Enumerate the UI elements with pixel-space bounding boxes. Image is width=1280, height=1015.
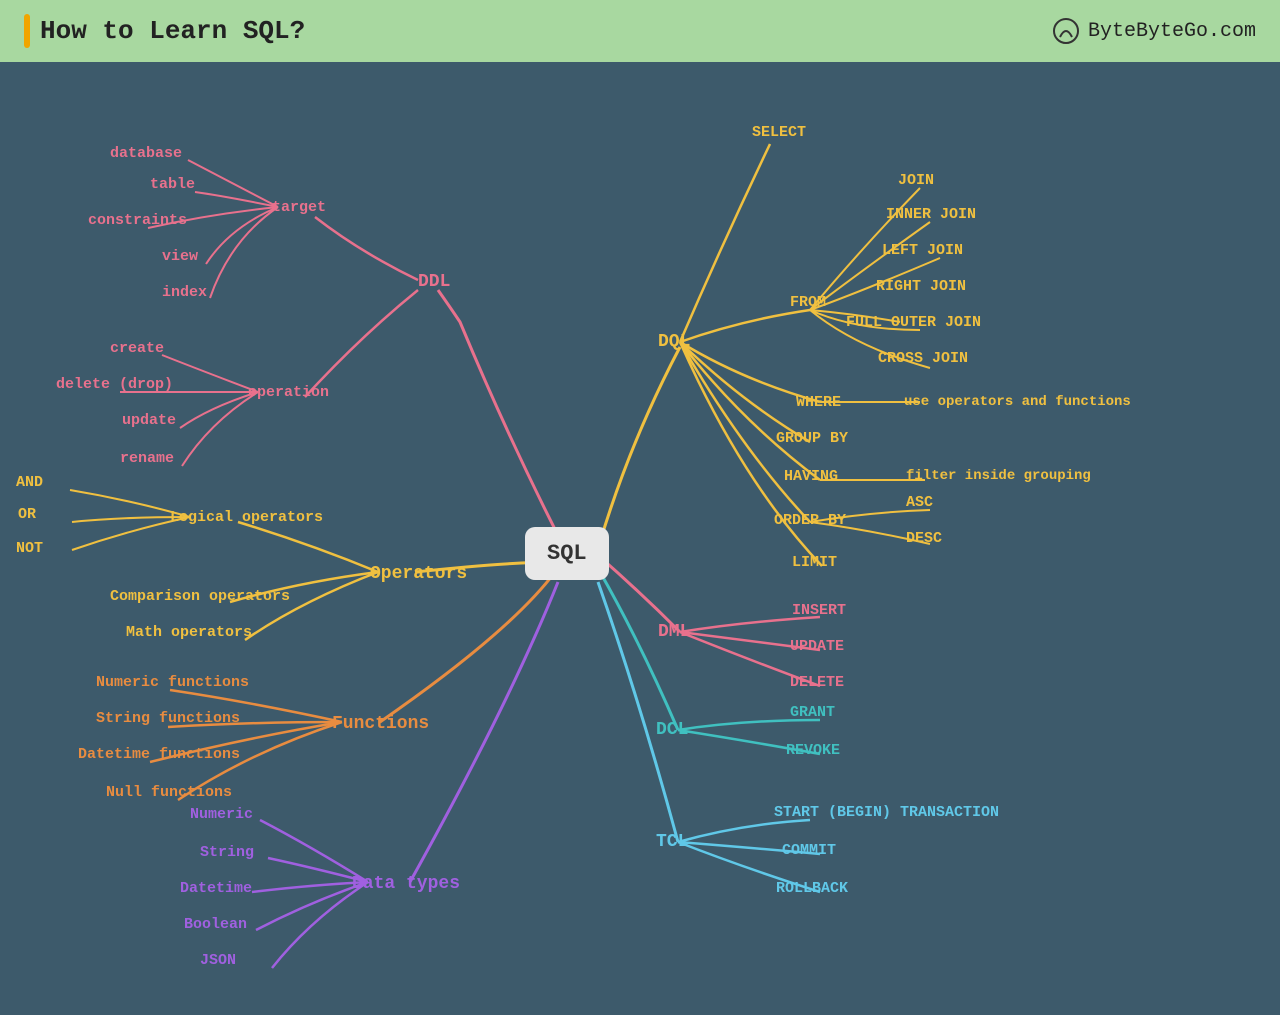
node-string-dt: String	[200, 844, 254, 861]
node-json-dt: JSON	[200, 952, 236, 969]
node-boolean-dt: Boolean	[184, 916, 247, 933]
node-null-fn: Null functions	[106, 784, 232, 801]
node-target: target	[272, 199, 326, 216]
node-filter-inside: filter inside grouping	[906, 468, 1091, 484]
node-commit: COMMIT	[782, 842, 836, 859]
node-select: SELECT	[752, 124, 806, 141]
node-asc: ASC	[906, 494, 933, 511]
logo-icon	[1052, 17, 1080, 45]
node-math: Math operators	[126, 624, 252, 641]
node-numeric-fn: Numeric functions	[96, 674, 249, 691]
node-datetime-fn: Datetime functions	[78, 746, 240, 763]
node-dql: DQL	[658, 332, 690, 352]
node-comparison: Comparison operators	[110, 588, 290, 605]
node-use-ops: use operators and functions	[904, 394, 1131, 410]
logo: ByteByteGo.com	[1052, 17, 1256, 45]
mind-map-canvas: SQL DDL target database table constraint…	[0, 62, 1280, 1015]
node-full-outer: FULL OUTER JOIN	[846, 314, 981, 331]
node-ddl: DDL	[418, 272, 450, 292]
node-from: FROM	[790, 294, 826, 311]
node-constraints: constraints	[88, 212, 187, 229]
node-create: create	[110, 340, 164, 357]
node-or: OR	[18, 506, 36, 523]
node-grant: GRANT	[790, 704, 835, 721]
node-desc: DESC	[906, 530, 942, 547]
node-numeric-dt: Numeric	[190, 806, 253, 823]
node-delete-drop: delete (drop)	[56, 376, 173, 393]
node-rollback: ROLLBACK	[776, 880, 848, 897]
node-revoke: REVOKE	[786, 742, 840, 759]
node-operation: operation	[248, 384, 329, 401]
page-title: How to Learn SQL?	[24, 14, 305, 48]
node-dml: DML	[658, 622, 690, 642]
node-where: WHERE	[796, 394, 841, 411]
node-order-by: ORDER BY	[774, 512, 846, 529]
logo-text: ByteByteGo.com	[1088, 20, 1256, 43]
connection-lines	[0, 62, 1280, 1015]
node-datatypes: Data types	[352, 874, 460, 894]
node-start-txn: START (BEGIN) TRANSACTION	[774, 804, 999, 821]
node-and: AND	[16, 474, 43, 491]
node-group-by: GROUP BY	[776, 430, 848, 447]
node-table: table	[150, 176, 195, 193]
title-text: How to Learn SQL?	[40, 16, 305, 46]
node-operators: Operators	[370, 564, 467, 584]
node-having: HAVING	[784, 468, 838, 485]
node-update: update	[122, 412, 176, 429]
node-left-join: LEFT JOIN	[882, 242, 963, 259]
node-datetime-dt: Datetime	[180, 880, 252, 897]
node-index: index	[162, 284, 207, 301]
node-right-join: RIGHT JOIN	[876, 278, 966, 295]
node-functions: Functions	[332, 714, 429, 734]
node-limit: LIMIT	[792, 554, 837, 571]
header: How to Learn SQL? ByteByteGo.com	[0, 0, 1280, 62]
node-database: database	[110, 145, 182, 162]
node-string-fn: String functions	[96, 710, 240, 727]
node-join: JOIN	[898, 172, 934, 189]
node-dcl: DCL	[656, 720, 688, 740]
center-node: SQL	[525, 527, 609, 580]
node-delete-dml: DELETE	[790, 674, 844, 691]
node-tcl: TCL	[656, 832, 688, 852]
node-view: view	[162, 248, 198, 265]
node-rename: rename	[120, 450, 174, 467]
node-update-dml: UPDATE	[790, 638, 844, 655]
node-insert: INSERT	[792, 602, 846, 619]
node-logical: Logical operators	[170, 509, 323, 526]
node-cross-join: CROSS JOIN	[878, 350, 968, 367]
node-inner-join: INNER JOIN	[886, 206, 976, 223]
node-not: NOT	[16, 540, 43, 557]
